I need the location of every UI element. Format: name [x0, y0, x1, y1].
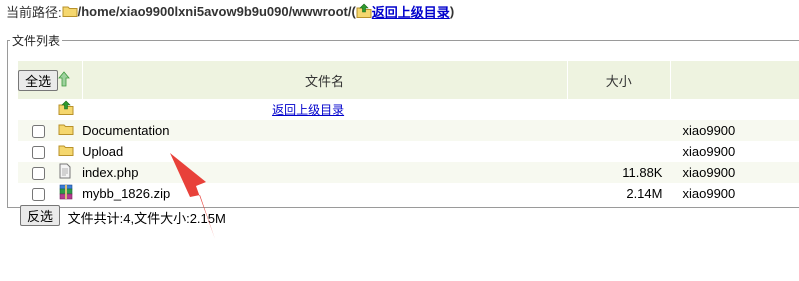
current-path-label: 当前路径:	[6, 4, 62, 20]
row-checkbox[interactable]	[31, 188, 45, 202]
file-user: xiao9900	[682, 123, 736, 138]
table-row: index.php 11.88K xiao9900	[18, 162, 799, 183]
folder-icon[interactable]	[58, 143, 74, 157]
table-row-up: 返回上级目录	[18, 99, 799, 120]
folder-up-icon	[58, 100, 74, 115]
current-path-bar: 当前路径: /home/xiao9900lxni5avow9b9u090/www…	[6, 2, 454, 20]
file-list-fieldset: 文件列表 全选 文件名 大小 用户	[7, 32, 799, 226]
file-summary: 文件共计:4,文件大小:2.15M	[67, 211, 226, 227]
table-row: mybb_1826.zip 2.14M xiao9900	[18, 183, 799, 204]
folder-up-icon	[356, 3, 372, 18]
column-header-name[interactable]: 文件名	[81, 61, 568, 99]
file-user: xiao9900	[682, 186, 736, 201]
column-header-size[interactable]: 大小	[566, 61, 671, 99]
table-row: Documentation xiao9900	[18, 120, 799, 141]
sort-up-arrow-icon[interactable]	[58, 70, 71, 87]
paren-close: )	[449, 3, 455, 19]
current-path: /home/xiao9900lxni5avow9b9u090/wwwroot/	[77, 3, 352, 19]
file-name[interactable]: Upload	[82, 141, 567, 162]
select-all-button[interactable]: 全选	[18, 69, 59, 91]
table-footer-row: 反选 文件共计:4,文件大小:2.15M	[18, 204, 799, 228]
row-checkbox[interactable]	[31, 167, 45, 181]
archive-icon[interactable]	[58, 184, 74, 200]
table-header-row: 全选 文件名 大小 用户	[18, 61, 799, 99]
file-name[interactable]: index.php	[82, 162, 567, 183]
row-checkbox[interactable]	[31, 146, 45, 160]
file-list-legend: 文件列表	[12, 34, 61, 48]
select-all-cell: 全选	[18, 61, 59, 99]
file-size	[567, 141, 670, 162]
file-name[interactable]: Documentation	[82, 120, 567, 141]
php-file-icon[interactable]	[58, 163, 72, 179]
invert-selection-button[interactable]: 反选	[20, 204, 61, 226]
sort-up-cell	[58, 61, 82, 99]
folder-icon	[62, 6, 78, 17]
up-directory-link[interactable]: 返回上级目录	[272, 103, 344, 117]
table-row: Upload xiao9900	[18, 141, 799, 162]
file-user: xiao9900	[682, 144, 736, 159]
file-table: 全选 文件名 大小 用户	[18, 61, 799, 228]
column-header-user[interactable]: 用户	[669, 61, 799, 99]
folder-icon[interactable]	[58, 122, 74, 136]
row-checkbox[interactable]	[31, 125, 45, 139]
file-size: 2.14M	[626, 186, 663, 201]
file-size: 11.88K	[622, 165, 663, 180]
path-up-link[interactable]: 返回上级目录	[372, 2, 450, 21]
file-name[interactable]: mybb_1826.zip	[82, 183, 567, 204]
file-size	[567, 120, 670, 141]
file-user: xiao9900	[682, 165, 736, 180]
